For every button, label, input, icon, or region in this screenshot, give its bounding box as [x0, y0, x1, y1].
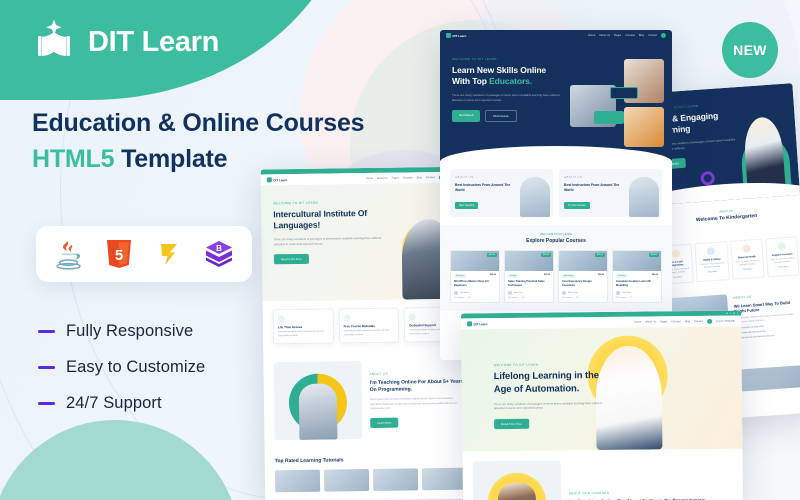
hero-cta-button[interactable]: Read It For Free: [273, 254, 309, 265]
feature-item: 24/7 Support: [38, 394, 205, 413]
mockup-lifelong: DIT Learn Home About Us Pages Courses Bl…: [461, 310, 743, 500]
promo-card: ABOUT US Best Instructors From Around Th…: [559, 169, 662, 217]
features-list: Fully Responsive Easy to Customize 24/7 …: [38, 322, 205, 430]
promo-banner: DIT Learn Home About Us Pages Courses Bl…: [0, 0, 800, 500]
headline-accent: HTML5: [32, 145, 115, 174]
brand-logo: DIT Learn: [30, 18, 219, 66]
kindergarten-card: Maternal Health There are many variation…: [729, 238, 765, 280]
headline-line1: Education & Online Courses: [32, 109, 365, 137]
mockup-nav-cta[interactable]: [661, 33, 666, 38]
course-card[interactable]: $29.00 Business $29.00 WordPress Master C…: [450, 250, 500, 303]
about-image: [273, 361, 363, 441]
promos-section: ABOUT US Best Instructors From Around Th…: [440, 161, 672, 225]
feature-label: Easy to Customize: [66, 358, 206, 376]
java-icon: [52, 237, 86, 271]
about-section: ABOUT OUR COURSES I'm Teaching Online Fo…: [462, 449, 743, 500]
headline-line2: HTML5 Template: [32, 143, 364, 176]
mockup-nav-cta[interactable]: [707, 318, 713, 324]
course-card[interactable]: $25.00 Marketing $25.00 User Experience D…: [558, 250, 608, 303]
tech-badges: 5 B: [36, 226, 252, 282]
tutorial-thumb: [274, 470, 321, 493]
hero-eyebrow: WELCOME TO DIT LEARN: [273, 200, 319, 206]
tutorials-title: Top Rated Learning Tutorials: [274, 457, 344, 465]
hero-primary-button[interactable]: Get Started: [452, 110, 481, 123]
feature-card: Free Course Materials International tale…: [338, 307, 400, 344]
hero-lifelong: WELCOME TO DIT LEARN Lifelong Learning i…: [461, 326, 743, 452]
tutorial-thumb: [421, 468, 468, 491]
smart-eyebrow: ABOUT US: [732, 294, 752, 300]
hero-title: Intercultural Institute Of Languages!: [273, 208, 368, 231]
open-book-sparkle-icon: [30, 18, 78, 66]
hero-skills: WELCOME TO DIT LEARN Learn New Skills On…: [440, 41, 672, 162]
tutorial-thumb: [323, 469, 370, 493]
dash-icon: [38, 402, 55, 405]
about-cta-button[interactable]: Learn More: [370, 417, 399, 429]
dash-icon: [38, 330, 55, 333]
hero-paragraph: There are many variations of passages of…: [493, 400, 602, 411]
feature-icon: [277, 315, 285, 323]
feature-item: Easy to Customize: [38, 358, 205, 377]
courses-title: Explore Popular Courses: [526, 238, 586, 244]
feature-icon: [409, 313, 417, 321]
hero-cta-button[interactable]: Read It For Free: [494, 418, 529, 430]
hero-title-line2: Age of Automation.: [493, 383, 580, 395]
tutorial-thumb: [372, 468, 419, 492]
mockup-logo: DIT Learn: [467, 321, 487, 327]
about-image: [472, 460, 562, 500]
mockup-nav-items: Home About Us Pages Courses Blog Contact…: [634, 318, 736, 324]
mockup-logo: DIT Learn: [446, 33, 466, 38]
brand-name: DIT Learn: [88, 25, 220, 58]
hero-title-line1: Lifelong Learning in the: [493, 370, 599, 383]
feature-icon: [343, 314, 351, 322]
hero-paragraph: There are many variations of passages of…: [273, 235, 382, 247]
hero-paragraph: There are many variations of passages of…: [452, 92, 560, 102]
svg-text:B: B: [216, 244, 222, 253]
bootstrap-icon: B: [202, 237, 236, 271]
feature-item: Fully Responsive: [38, 322, 205, 341]
promo-card: ABOUT US Best Instructors From Around Th…: [450, 169, 553, 217]
hero-eyebrow: WELCOME TO DIT LEARN: [452, 57, 497, 61]
tutorials-section: Top Rated Learning Tutorials: [265, 448, 478, 500]
new-badge: NEW: [722, 22, 778, 78]
jquery-icon: [152, 237, 186, 271]
about-title: I'm Teaching Online For About 5+ Years O…: [369, 378, 464, 393]
feature-label: Fully Responsive: [66, 322, 194, 340]
mockup-nav: DIT Learn Home About Us Pages Courses Bl…: [440, 30, 672, 41]
kindergarten-card: Health & Safety There are many variation…: [694, 241, 730, 283]
courses-eyebrow: WELCOME TO DIT LEARN: [540, 233, 572, 236]
mockup-nav-items: Home About Us Pages Courses Blog Contact: [588, 33, 666, 38]
hero-title-line2: With Top Educators.: [452, 76, 533, 87]
feature-label: 24/7 Support: [66, 394, 162, 412]
mockup-skills: DIT Learn Home About Us Pages Courses Bl…: [440, 30, 672, 360]
dash-icon: [38, 366, 55, 369]
feature-card: Life Time Access International talent in…: [272, 308, 334, 345]
course-card[interactable]: $40.00 Develop $40.00 Complete Creative L…: [612, 250, 662, 303]
courses-section: WELCOME TO DIT LEARN Explore Popular Cou…: [440, 225, 672, 311]
course-card[interactable]: $32.00 Design $32.00 Sales Training Pract…: [504, 250, 554, 303]
about-eyebrow: ABOUT OUR COURSES: [568, 491, 610, 496]
hero-secondary-button[interactable]: Find Course: [485, 110, 517, 123]
smart-title: We Learn Smart Way To Build Bright Futur…: [733, 299, 791, 315]
hero-eyebrow: WELCOME TO DIT LEARN: [493, 362, 539, 368]
headline: Education & Online Courses HTML5 Templat…: [32, 108, 365, 176]
kindergarten-card: Support Provision There are many variati…: [764, 236, 800, 278]
html5-icon: 5: [102, 237, 136, 271]
headline-rest: Template: [121, 145, 228, 174]
about-section: ABOUT US I'm Teaching Online For About 5…: [263, 350, 476, 451]
svg-text:5: 5: [115, 247, 123, 264]
hero-title-line1: Learn New Skills Online: [452, 65, 547, 75]
about-paragraph: Lorem ipsum dolor sit amet consectetur a…: [369, 397, 458, 410]
mockup-logo: DIT Learn: [266, 177, 287, 183]
about-eyebrow: ABOUT US: [369, 371, 389, 376]
